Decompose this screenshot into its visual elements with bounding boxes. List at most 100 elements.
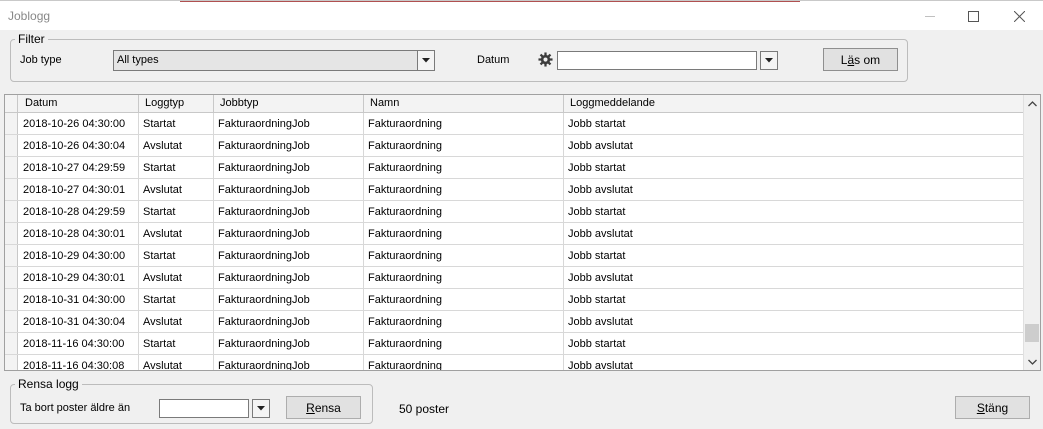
cell-namn[interactable]: Fakturaordning [364, 135, 564, 156]
row-selector[interactable] [5, 289, 18, 310]
table-row[interactable]: 2018-10-29 04:30:00 Startat Fakturaordning… [5, 245, 1023, 267]
row-selector[interactable] [5, 157, 18, 178]
date-input[interactable] [557, 51, 757, 70]
cell-jobbtyp[interactable]: FakturaordningJob [214, 135, 364, 156]
cell-datum[interactable]: 2018-10-31 04:30:00 [19, 289, 139, 310]
cell-loggmeddelande[interactable]: Jobb avslutat [564, 311, 1023, 332]
cell-namn[interactable]: Fakturaordning [364, 333, 564, 354]
column-header-loggmeddelande[interactable]: Loggmeddelande [564, 95, 1023, 112]
row-selector[interactable] [5, 135, 18, 156]
cell-datum[interactable]: 2018-10-27 04:29:59 [19, 157, 139, 178]
cell-datum[interactable]: 2018-10-28 04:30:01 [19, 223, 139, 244]
cell-datum[interactable]: 2018-10-28 04:29:59 [19, 201, 139, 222]
cell-jobbtyp[interactable]: FakturaordningJob [214, 355, 364, 370]
cell-datum[interactable]: 2018-11-16 04:30:08 [19, 355, 139, 370]
cell-namn[interactable]: Fakturaordning [364, 311, 564, 332]
cell-loggtyp[interactable]: Avslutat [139, 223, 214, 244]
cell-loggtyp[interactable]: Avslutat [139, 179, 214, 200]
gear-icon[interactable] [538, 52, 553, 70]
cell-loggmeddelande[interactable]: Jobb startat [564, 333, 1023, 354]
scroll-down-button[interactable] [1024, 353, 1040, 370]
log-table[interactable]: Datum Loggtyp Jobbtyp Namn Loggmeddeland… [4, 94, 1041, 371]
cell-namn[interactable]: Fakturaordning [364, 289, 564, 310]
clear-date-dropdown-button[interactable] [252, 399, 270, 418]
column-header-loggtyp[interactable]: Loggtyp [139, 95, 214, 112]
cell-jobbtyp[interactable]: FakturaordningJob [214, 311, 364, 332]
cell-loggtyp[interactable]: Avslutat [139, 267, 214, 288]
column-header-namn[interactable]: Namn [364, 95, 564, 112]
cell-loggmeddelande[interactable]: Jobb avslutat [564, 179, 1023, 200]
table-row[interactable]: 2018-10-31 04:30:04 Avslutat Fakturaordnin… [5, 311, 1023, 333]
table-row[interactable]: 2018-11-16 04:30:00 Startat Fakturaordning… [5, 333, 1023, 355]
row-selector[interactable] [5, 201, 18, 222]
cell-loggmeddelande[interactable]: Jobb avslutat [564, 267, 1023, 288]
cell-loggmeddelande[interactable]: Jobb avslutat [564, 355, 1023, 370]
cell-namn[interactable]: Fakturaordning [364, 267, 564, 288]
clear-date-input[interactable] [159, 399, 249, 418]
minimize-button[interactable] [907, 1, 953, 31]
table-row[interactable]: 2018-10-29 04:30:01 Avslutat Fakturaordnin… [5, 267, 1023, 289]
cell-jobbtyp[interactable]: FakturaordningJob [214, 267, 364, 288]
cell-loggmeddelande[interactable]: Jobb startat [564, 289, 1023, 310]
cell-loggtyp[interactable]: Startat [139, 245, 214, 266]
scroll-up-button[interactable] [1024, 95, 1040, 112]
table-row[interactable]: 2018-10-26 04:30:00 Startat Fakturaordning… [5, 113, 1023, 135]
row-selector[interactable] [5, 355, 18, 370]
cell-jobbtyp[interactable]: FakturaordningJob [214, 179, 364, 200]
close-window-button[interactable] [996, 1, 1042, 31]
row-selector[interactable] [5, 333, 18, 354]
table-row[interactable]: 2018-10-28 04:29:59 Startat Fakturaordning… [5, 201, 1023, 223]
cell-loggtyp[interactable]: Startat [139, 289, 214, 310]
table-row[interactable]: 2018-10-27 04:30:01 Avslutat Fakturaordnin… [5, 179, 1023, 201]
cell-jobbtyp[interactable]: FakturaordningJob [214, 157, 364, 178]
table-row[interactable]: 2018-10-28 04:30:01 Avslutat Fakturaordnin… [5, 223, 1023, 245]
scrollbar-thumb[interactable] [1025, 323, 1039, 342]
cell-namn[interactable]: Fakturaordning [364, 113, 564, 134]
cell-loggmeddelande[interactable]: Jobb avslutat [564, 223, 1023, 244]
cell-datum[interactable]: 2018-10-29 04:30:00 [19, 245, 139, 266]
cell-loggmeddelande[interactable]: Jobb startat [564, 113, 1023, 134]
cell-jobbtyp[interactable]: FakturaordningJob [214, 223, 364, 244]
job-type-select[interactable]: All types [113, 50, 435, 71]
row-selector[interactable] [5, 245, 18, 266]
date-dropdown-button[interactable] [760, 51, 778, 70]
cell-loggmeddelande[interactable]: Jobb avslutat [564, 135, 1023, 156]
cell-loggtyp[interactable]: Avslutat [139, 135, 214, 156]
row-selector[interactable] [5, 223, 18, 244]
cell-datum[interactable]: 2018-11-16 04:30:00 [19, 333, 139, 354]
cell-namn[interactable]: Fakturaordning [364, 223, 564, 244]
cell-jobbtyp[interactable]: FakturaordningJob [214, 201, 364, 222]
cell-namn[interactable]: Fakturaordning [364, 179, 564, 200]
cell-loggmeddelande[interactable]: Jobb startat [564, 245, 1023, 266]
chevron-down-icon[interactable] [417, 51, 434, 70]
cell-namn[interactable]: Fakturaordning [364, 245, 564, 266]
reload-button[interactable]: Läs om [823, 48, 898, 71]
maximize-button[interactable] [950, 1, 996, 31]
cell-namn[interactable]: Fakturaordning [364, 201, 564, 222]
cell-jobbtyp[interactable]: FakturaordningJob [214, 245, 364, 266]
table-row[interactable]: 2018-10-26 04:30:04 Avslutat Fakturaordnin… [5, 135, 1023, 157]
column-header-jobbtyp[interactable]: Jobbtyp [214, 95, 364, 112]
table-row[interactable]: 2018-10-31 04:30:00 Startat Fakturaordning… [5, 289, 1023, 311]
cell-datum[interactable]: 2018-10-29 04:30:01 [19, 267, 139, 288]
cell-loggtyp[interactable]: Avslutat [139, 355, 214, 370]
table-row[interactable]: 2018-10-27 04:29:59 Startat Fakturaordning… [5, 157, 1023, 179]
vertical-scrollbar[interactable] [1023, 95, 1040, 370]
cell-jobbtyp[interactable]: FakturaordningJob [214, 113, 364, 134]
close-button[interactable]: Stäng [955, 396, 1030, 419]
row-selector[interactable] [5, 311, 18, 332]
cell-loggtyp[interactable]: Startat [139, 113, 214, 134]
cell-datum[interactable]: 2018-10-27 04:30:01 [19, 179, 139, 200]
cell-datum[interactable]: 2018-10-26 04:30:04 [19, 135, 139, 156]
cell-loggtyp[interactable]: Startat [139, 201, 214, 222]
cell-jobbtyp[interactable]: FakturaordningJob [214, 289, 364, 310]
clear-button[interactable]: Rensa [286, 396, 361, 419]
cell-loggtyp[interactable]: Startat [139, 157, 214, 178]
cell-namn[interactable]: Fakturaordning [364, 355, 564, 370]
cell-jobbtyp[interactable]: FakturaordningJob [214, 333, 364, 354]
cell-namn[interactable]: Fakturaordning [364, 157, 564, 178]
row-selector[interactable] [5, 113, 18, 134]
cell-datum[interactable]: 2018-10-31 04:30:04 [19, 311, 139, 332]
row-selector[interactable] [5, 267, 18, 288]
cell-loggtyp[interactable]: Startat [139, 333, 214, 354]
